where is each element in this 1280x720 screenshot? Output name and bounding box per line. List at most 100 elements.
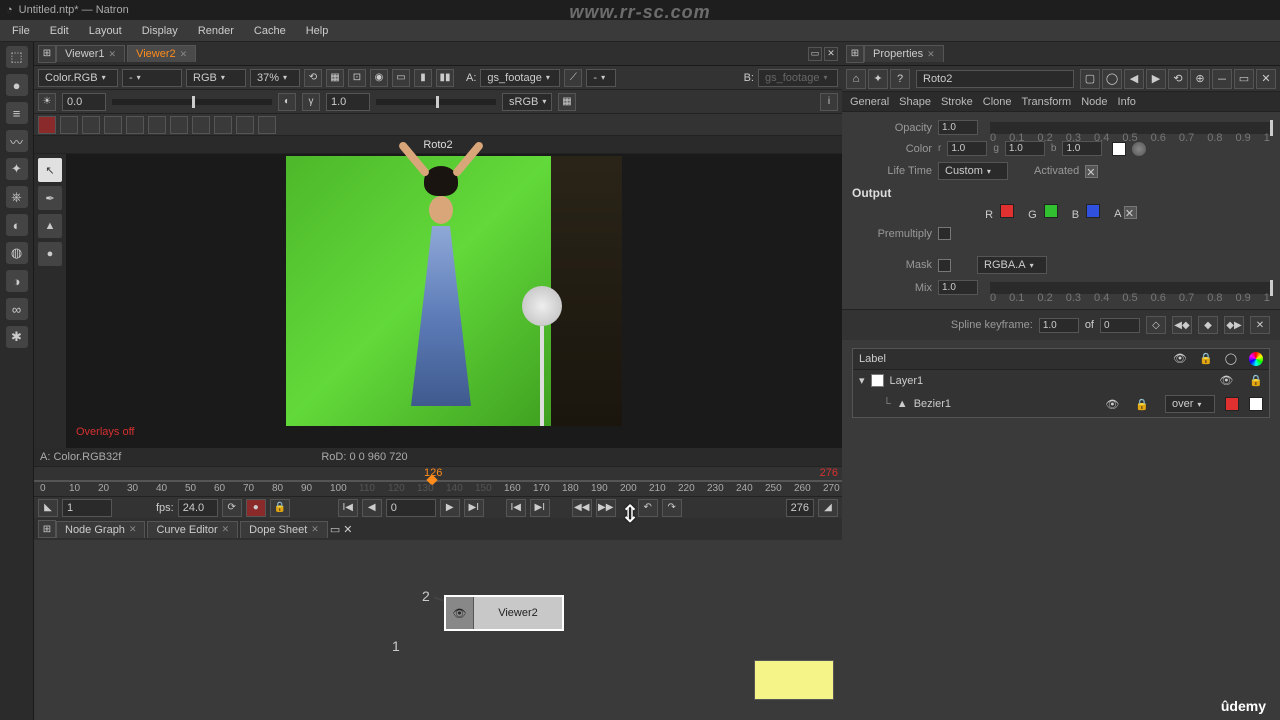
zoom-select[interactable]: 37%	[250, 69, 300, 87]
tool-grad-icon[interactable]: ◍	[6, 242, 28, 264]
sync-icon[interactable]: ⟲	[304, 69, 322, 87]
open-icon[interactable]	[236, 116, 254, 134]
opacity-field[interactable]	[938, 120, 978, 135]
tab-nodegraph[interactable]: Node Graph✕	[56, 521, 145, 538]
info-icon[interactable]: i	[820, 93, 838, 111]
tab-dopesheet[interactable]: Dope Sheet✕	[240, 521, 328, 538]
in-frame-field[interactable]: 1	[62, 499, 112, 517]
tool-transform-icon[interactable]: ✦	[6, 158, 28, 180]
close-pane-icon[interactable]: ✕	[343, 524, 352, 536]
color-wheel-icon[interactable]	[1132, 142, 1146, 156]
autocontrast-icon[interactable]: ◐	[278, 93, 296, 111]
tool-brush-icon[interactable]: 〰	[6, 130, 28, 152]
viewer-node[interactable]: 👁 Viewer2	[444, 595, 564, 631]
sticky-icon[interactable]	[104, 116, 122, 134]
turbo-icon[interactable]: ⟳	[222, 499, 242, 517]
prev-key-icon[interactable]: I◀	[506, 499, 526, 517]
proxy-icon[interactable]: ⊡	[348, 69, 366, 87]
eye-icon[interactable]: 👁	[446, 597, 474, 629]
bspline-tool-icon[interactable]: ▲	[38, 214, 62, 238]
set-in-icon[interactable]: ◣	[38, 499, 58, 517]
float-pane-icon[interactable]: ▭	[808, 47, 822, 61]
menu-display[interactable]: Display	[134, 23, 186, 39]
reset-icon[interactable]: ⟲	[1168, 69, 1188, 89]
blend-select[interactable]: over	[1165, 395, 1215, 413]
b-input-select[interactable]: gs_footage	[758, 69, 838, 87]
layer-checkbox[interactable]	[871, 374, 884, 387]
tool-circle-icon[interactable]: ●	[6, 74, 28, 96]
featherlink-icon[interactable]	[60, 116, 78, 134]
gain-slider[interactable]	[112, 99, 272, 105]
tab-properties[interactable]: Properties✕	[864, 45, 944, 62]
key-add-icon[interactable]: ◆	[1198, 316, 1218, 334]
tool-star-icon[interactable]: ✱	[6, 326, 28, 348]
opacity-slider[interactable]: 00.10.20.30.40.50.60.70.80.91	[990, 122, 1270, 134]
checker-icon[interactable]: ▦	[558, 93, 576, 111]
smooth-icon[interactable]	[214, 116, 232, 134]
layer1-row[interactable]: ▾ Layer1 👁 🔒	[853, 370, 1269, 391]
spline-val-field[interactable]	[1039, 318, 1079, 333]
viewer-canvas[interactable]: Overlays off	[66, 154, 842, 448]
ptab-general[interactable]: General	[846, 94, 893, 110]
clip-icon[interactable]: ▦	[326, 69, 344, 87]
timeline[interactable]: 126 276 01020304050607080901001101201301…	[34, 466, 842, 496]
close-icon[interactable]: ✕	[1256, 69, 1276, 89]
gain-field[interactable]: 0.0	[62, 93, 106, 111]
menu-layout[interactable]: Layout	[81, 23, 130, 39]
key-next-icon[interactable]: ◆▶	[1224, 316, 1244, 334]
gamma-slider[interactable]	[376, 99, 496, 105]
tab-curveeditor[interactable]: Curve Editor✕	[147, 521, 238, 538]
color-icon[interactable]: ▢	[1080, 69, 1100, 89]
ripple-icon[interactable]	[126, 116, 144, 134]
layer-select[interactable]: Color.RGB	[38, 69, 118, 87]
render-icon[interactable]: ◉	[370, 69, 388, 87]
key-clear-icon[interactable]: ✕	[1250, 316, 1270, 334]
current-frame-field[interactable]: 0	[386, 499, 436, 517]
pause-b-icon[interactable]: ▮▮	[436, 69, 454, 87]
ptab-clone[interactable]: Clone	[979, 94, 1016, 110]
tab-viewer1[interactable]: Viewer1✕	[56, 45, 125, 62]
spline-total-field[interactable]	[1100, 318, 1140, 333]
menu-render[interactable]: Render	[190, 23, 242, 39]
select-tool-icon[interactable]: ↖	[38, 158, 62, 182]
menu-edit[interactable]: Edit	[42, 23, 77, 39]
cusp-icon[interactable]	[192, 116, 210, 134]
g-swatch[interactable]	[1044, 204, 1058, 218]
color-r-field[interactable]	[947, 141, 987, 156]
key-remove-icon[interactable]: ◇	[1146, 316, 1166, 334]
a-op-select[interactable]: -	[586, 69, 616, 87]
mix-slider[interactable]: 00.10.20.30.40.50.60.70.80.91	[990, 282, 1270, 294]
tool-link-icon[interactable]: ∞	[6, 298, 28, 320]
mask-checkbox[interactable]	[938, 259, 951, 272]
b-swatch[interactable]	[1086, 204, 1100, 218]
clear-icon[interactable]: ✦	[868, 69, 888, 89]
thumbnail-node[interactable]	[754, 660, 834, 700]
menu-file[interactable]: File	[4, 23, 38, 39]
ptab-node[interactable]: Node	[1077, 94, 1111, 110]
next-key-icon[interactable]: ▶I	[530, 499, 550, 517]
activated-checkbox[interactable]: ✕	[1085, 165, 1098, 178]
out-frame-field[interactable]: 276	[786, 499, 814, 517]
menu-cache[interactable]: Cache	[246, 23, 294, 39]
undo-icon[interactable]: ◀	[1124, 69, 1144, 89]
alpha-select[interactable]: -	[122, 69, 182, 87]
a-input-select[interactable]: gs_footage	[480, 69, 560, 87]
brush-tool-icon[interactable]: ●	[38, 242, 62, 266]
hide-icon[interactable]: －	[1212, 69, 1232, 89]
multi-icon[interactable]	[258, 116, 276, 134]
bezier-tool-icon[interactable]: ✒	[38, 186, 62, 210]
tool-split-icon[interactable]: ◑	[6, 270, 28, 292]
rec-icon[interactable]: ●	[246, 499, 266, 517]
close-icon[interactable]: ✕	[180, 49, 188, 60]
set-out-icon[interactable]: ◢	[818, 499, 838, 517]
fps-field[interactable]: 24.0	[178, 499, 218, 517]
bbox-icon[interactable]	[82, 116, 100, 134]
tool-color-icon[interactable]: ◐	[6, 214, 28, 236]
pane-menu-icon[interactable]: ⊞	[38, 45, 56, 63]
menu-help[interactable]: Help	[298, 23, 337, 39]
pane-menu-icon[interactable]: ⊞	[38, 520, 56, 538]
loop-back-icon[interactable]: ↶	[638, 499, 658, 517]
gamma-icon[interactable]: γ	[302, 93, 320, 111]
autokey-icon[interactable]	[38, 116, 56, 134]
expand-icon[interactable]: ▾	[859, 374, 865, 387]
